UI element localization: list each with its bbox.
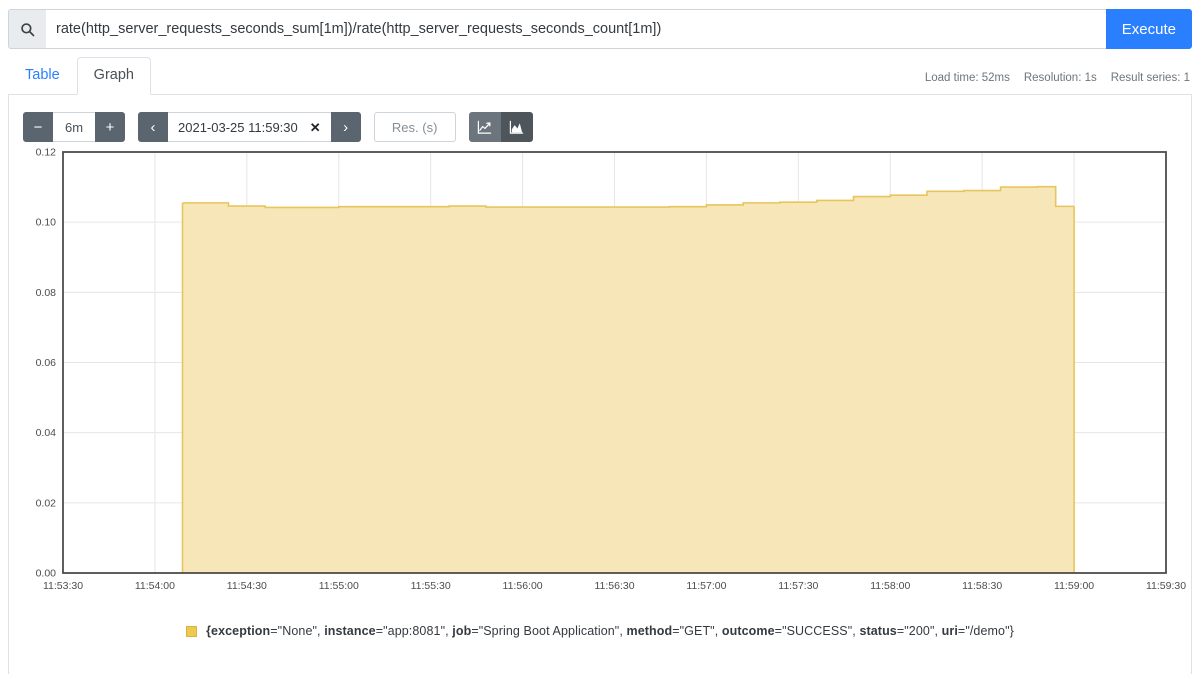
legend-series-label[interactable]: {exception="None", instance="app:8081", … (206, 624, 1014, 638)
tab-graph[interactable]: Graph (76, 57, 151, 95)
stacked-area-chart-icon[interactable] (500, 112, 533, 142)
query-stats: Load time: 52ms Resolution: 1s Result se… (925, 72, 1190, 84)
svg-text:11:58:00: 11:58:00 (870, 580, 910, 592)
end-time-value: 2021-03-25 11:59:30 (178, 119, 298, 135)
result-tabs: Table Graph Load time: 52ms Resolution: … (8, 57, 1192, 95)
range-input-group: − 6m + (23, 112, 125, 142)
graph-panel: − 6m + ‹ 2021-03-25 11:59:30 ✕ › Res. (s… (8, 95, 1192, 674)
query-bar: Execute (8, 9, 1192, 49)
time-input-group: ‹ 2021-03-25 11:59:30 ✕ › (138, 112, 361, 142)
svg-text:11:56:00: 11:56:00 (503, 580, 543, 592)
legend-color-swatch (186, 625, 198, 637)
svg-text:11:55:00: 11:55:00 (319, 580, 359, 592)
svg-text:0.04: 0.04 (36, 427, 57, 439)
graph-legend: {exception="None", instance="app:8081", … (9, 624, 1191, 638)
svg-text:11:55:30: 11:55:30 (411, 580, 451, 592)
execute-button[interactable]: Execute (1105, 9, 1192, 49)
svg-text:0.06: 0.06 (36, 357, 57, 369)
svg-text:0.02: 0.02 (36, 497, 57, 509)
result-series-stat: Result series: 1 (1110, 72, 1190, 84)
range-increase-button[interactable]: + (95, 112, 125, 142)
svg-text:11:54:30: 11:54:30 (227, 580, 267, 592)
svg-text:11:57:00: 11:57:00 (686, 580, 726, 592)
range-value[interactable]: 6m (53, 112, 95, 142)
line-chart-icon[interactable] (468, 112, 501, 142)
svg-text:11:59:00: 11:59:00 (1054, 580, 1094, 592)
time-forward-button[interactable]: › (330, 112, 361, 142)
svg-text:11:59:30: 11:59:30 (1146, 580, 1186, 592)
graph-plot[interactable]: 0.00 0.02 0.04 0.06 0.08 0.10 0.12 11:53:30 11:5… (9, 147, 1191, 602)
search-icon (8, 9, 46, 49)
load-time-stat: Load time: 52ms (924, 72, 1010, 84)
range-decrease-button[interactable]: − (23, 112, 53, 142)
plot-svg: 0.00 0.02 0.04 0.06 0.08 0.10 0.12 11:53:30 11:5… (36, 147, 1187, 592)
resolution-stat: Resolution: 1s (1023, 72, 1097, 84)
svg-text:11:57:30: 11:57:30 (778, 580, 818, 592)
chart-type-toggle (468, 112, 533, 142)
expression-input[interactable] (46, 9, 1106, 49)
time-back-button[interactable]: ‹ (138, 112, 168, 142)
svg-text:0.00: 0.00 (36, 568, 57, 580)
svg-text:0.08: 0.08 (36, 287, 57, 299)
svg-text:11:53:30: 11:53:30 (43, 580, 83, 592)
svg-text:11:56:30: 11:56:30 (594, 580, 634, 592)
resolution-input[interactable] (373, 112, 456, 142)
graph-controls: − 6m + ‹ 2021-03-25 11:59:30 ✕ › (9, 95, 1191, 147)
end-time-field[interactable]: 2021-03-25 11:59:30 ✕ (168, 112, 331, 142)
tab-table[interactable]: Table (8, 57, 77, 95)
svg-text:0.12: 0.12 (36, 147, 57, 159)
svg-text:11:54:00: 11:54:00 (135, 580, 175, 592)
clear-time-icon[interactable]: ✕ (308, 121, 323, 134)
svg-text:0.10: 0.10 (36, 217, 57, 229)
svg-text:11:58:30: 11:58:30 (962, 580, 1002, 592)
